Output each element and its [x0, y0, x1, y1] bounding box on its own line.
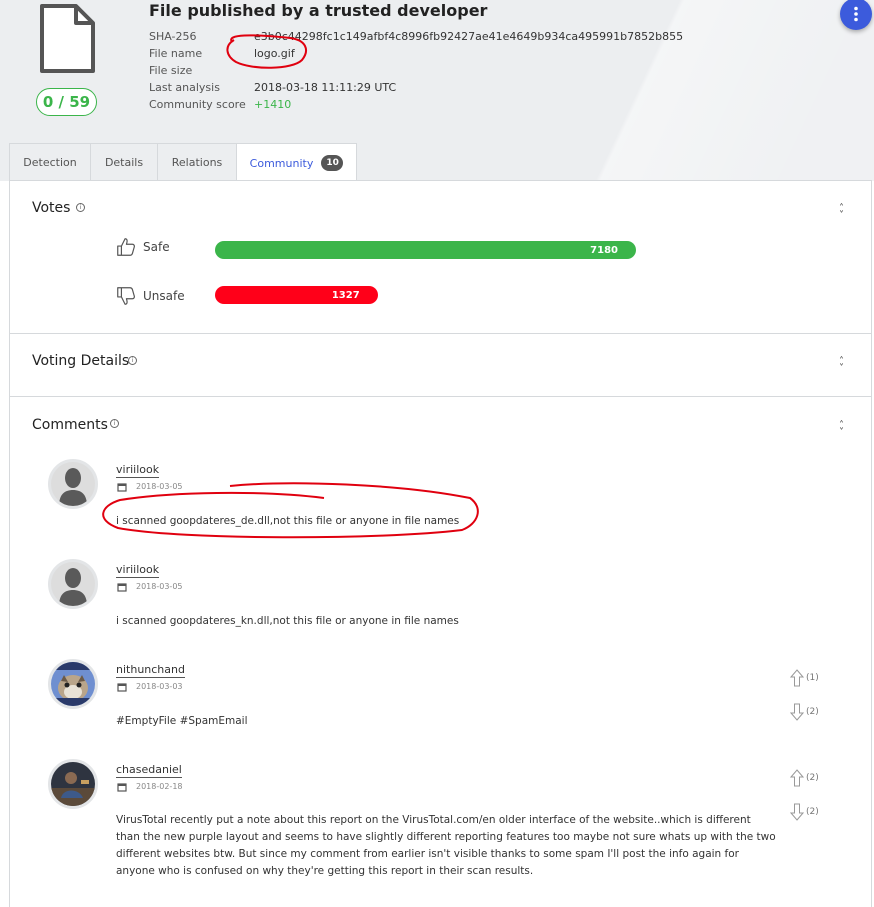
cat-photo-avatar: [51, 662, 95, 706]
vertical-dots-icon: [854, 6, 858, 22]
comments-title: Comments: [32, 417, 108, 433]
calendar-icon: [117, 583, 127, 592]
calendar-icon: [117, 683, 127, 692]
file-name-value: logo.gif: [254, 47, 295, 60]
community-panel: Votes i ˄ ˅ Safe 7180 Unsafe 1327 Voting …: [9, 180, 872, 907]
comment-date: 2018-03-05: [136, 582, 183, 591]
arrow-down-icon: [790, 703, 804, 721]
header-decoration: [494, 0, 874, 181]
divider: [10, 396, 871, 397]
user-silhouette-icon: [51, 562, 95, 606]
safe-vote-row: Safe: [115, 236, 170, 258]
info-icon[interactable]: i: [110, 419, 119, 428]
tab-community[interactable]: Community 10: [236, 143, 357, 181]
comment-text: VirusTotal recently put a note about thi…: [116, 814, 776, 877]
arrow-down-icon: [790, 803, 804, 821]
last-analysis-label: Last analysis: [149, 81, 220, 94]
divider: [10, 333, 871, 334]
comment-author[interactable]: viriilook: [116, 463, 160, 478]
unsafe-vote-bar: 1327: [215, 286, 378, 304]
collapse-chevron-icon[interactable]: ˄ ˅: [839, 421, 844, 438]
avatar[interactable]: [48, 459, 98, 509]
community-score-value: +1410: [254, 98, 292, 111]
file-name-label: File name: [149, 47, 203, 60]
detection-score: 0 / 59: [36, 88, 97, 116]
thumbs-up-icon[interactable]: [115, 236, 137, 258]
tab-community-label: Community: [249, 156, 314, 170]
sha256-value[interactable]: e3b0c44298fc1c149afbf4c8996fb92427ae41e4…: [254, 30, 683, 43]
collapse-chevron-icon[interactable]: ˄ ˅: [839, 204, 844, 221]
avatar[interactable]: [48, 559, 98, 609]
unsafe-label: Unsafe: [143, 289, 185, 303]
comment-author[interactable]: viriilook: [116, 563, 160, 578]
user-silhouette-icon: [51, 462, 95, 506]
thumbs-down-icon[interactable]: [115, 285, 137, 307]
downvote-count: (2): [806, 707, 819, 717]
sha256-label: SHA-256: [149, 30, 197, 43]
info-icon[interactable]: i: [128, 356, 137, 365]
unsafe-vote-row: Unsafe: [115, 285, 185, 307]
comment-text: i scanned goopdateres_kn.dll,not this fi…: [116, 615, 459, 627]
tab-details[interactable]: Details: [90, 143, 158, 181]
comment-downvote-button[interactable]: (2): [790, 703, 819, 721]
file-header: 0 / 59 File published by a trusted devel…: [0, 0, 874, 181]
safe-count: 7180: [590, 244, 618, 256]
comment-author[interactable]: nithunchand: [116, 663, 185, 678]
voting-details-title: Voting Details: [32, 353, 130, 369]
comment-date: 2018-02-18: [136, 782, 183, 791]
comment-text: #EmptyFile #SpamEmail: [116, 715, 248, 727]
calendar-icon: [117, 783, 127, 792]
comment-text: i scanned goopdateres_de.dll,not this fi…: [116, 515, 460, 527]
avatar[interactable]: [48, 659, 98, 709]
expand-chevron-icon[interactable]: ˄ ˅: [839, 357, 844, 374]
arrow-up-icon: [790, 769, 804, 787]
upvote-count: (1): [806, 673, 819, 683]
comment-date: 2018-03-05: [136, 482, 183, 491]
last-analysis-value: 2018-03-18 11:11:29 UTC: [254, 81, 397, 94]
photo-avatar: [51, 762, 95, 806]
safe-vote-bar: 7180: [215, 241, 636, 259]
community-count-badge: 10: [321, 155, 344, 171]
comment-upvote-button[interactable]: (1): [790, 669, 819, 687]
page-title: File published by a trusted developer: [149, 1, 488, 20]
tab-bar: Detection Details Relations Community 10: [9, 143, 357, 181]
community-score-label: Community score: [149, 98, 246, 111]
unsafe-count: 1327: [331, 289, 360, 301]
votes-title: Votes: [32, 200, 71, 216]
file-size-label: File size: [149, 64, 193, 77]
avatar[interactable]: [48, 759, 98, 809]
arrow-up-icon: [790, 669, 804, 687]
safe-label: Safe: [143, 240, 170, 254]
upvote-count: (2): [806, 773, 819, 783]
comment-date: 2018-03-03: [136, 682, 183, 691]
calendar-icon: [117, 483, 127, 492]
comment-upvote-button[interactable]: (2): [790, 769, 819, 787]
file-icon: [40, 4, 95, 73]
tab-relations[interactable]: Relations: [157, 143, 237, 181]
tab-detection[interactable]: Detection: [9, 143, 91, 181]
info-icon[interactable]: i: [76, 203, 85, 212]
downvote-count: (2): [806, 807, 819, 817]
comment-author[interactable]: chasedaniel: [116, 763, 182, 778]
comment-downvote-button[interactable]: (2): [790, 803, 819, 821]
